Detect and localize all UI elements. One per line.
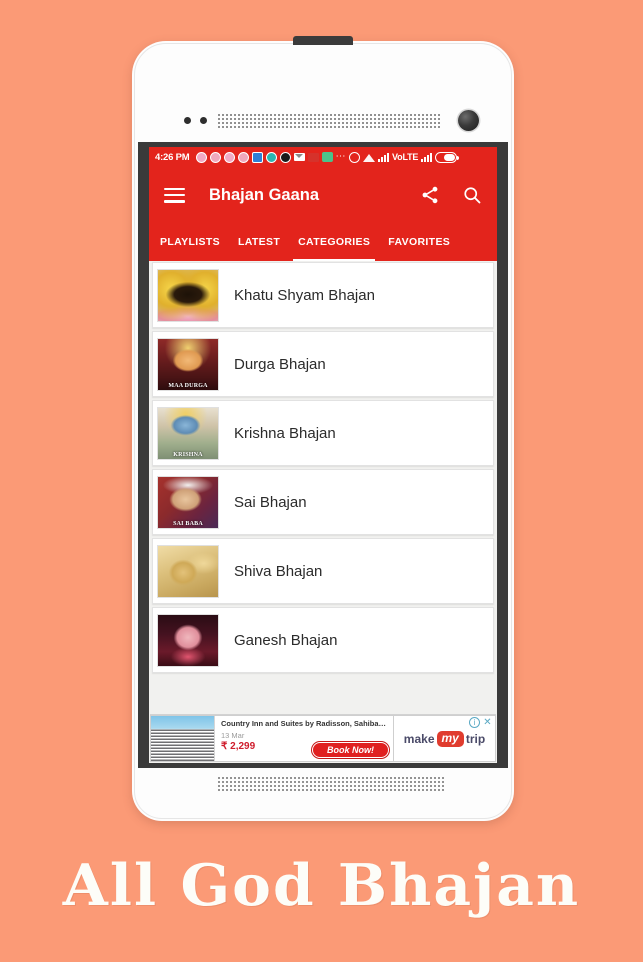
phone-mockup: 4:26 PM ⋯ VoLTE Bhajan Gaana PLAYLISTS L…	[132, 36, 514, 821]
hamburger-menu-icon[interactable]	[164, 187, 185, 203]
list-item-label: Shiva Bhajan	[234, 562, 323, 580]
volte-label: VoLTE	[392, 152, 419, 162]
browser-icon	[265, 151, 277, 163]
list-item[interactable]: Khatu Shyam Bhajan	[152, 262, 494, 328]
app-title: Bhajan Gaana	[209, 185, 320, 204]
ad-close-icon[interactable]: ✕	[482, 717, 493, 728]
status-bar: 4:26 PM ⋯ VoLTE	[149, 147, 497, 167]
ad-date: 13 Mar	[221, 731, 245, 740]
ad-hotel-image	[151, 716, 215, 761]
list-item-label: Krishna Bhajan	[234, 424, 336, 442]
contact-icon	[251, 151, 263, 163]
tab-bar: PLAYLISTS LATEST CATEGORIES FAVORITES	[149, 223, 497, 261]
app-bar: Bhajan Gaana	[149, 167, 497, 223]
thumbnail-caption: SAI BABA	[173, 520, 203, 527]
search-icon[interactable]	[462, 185, 482, 205]
category-list[interactable]: Khatu Shyam Bhajan MAA DURGA Durga Bhaja…	[149, 261, 497, 714]
instagram-icon-2	[209, 151, 221, 163]
tab-categories-label: CATEGORIES	[298, 236, 371, 248]
tab-latest-label: LATEST	[237, 236, 281, 248]
ad-content[interactable]: Country Inn and Suites by Radisson, Sahi…	[150, 715, 394, 762]
category-thumbnail: SAI BABA	[157, 475, 219, 529]
list-item-label: Khatu Shyam Bhajan	[234, 286, 375, 304]
brand-suffix: trip	[465, 731, 486, 746]
instagram-icon	[195, 151, 207, 163]
list-item[interactable]: SAI BABA Sai Bhajan	[152, 469, 494, 535]
bottom-speaker-grille-icon	[217, 776, 445, 791]
status-bar-clock: 4:26 PM	[155, 151, 190, 163]
top-speaker-grille-icon	[217, 113, 442, 128]
category-thumbnail	[157, 613, 219, 667]
earpiece-slot	[293, 36, 353, 45]
gallery-icon	[321, 152, 333, 162]
tab-latest[interactable]: LATEST	[229, 223, 289, 261]
instagram-icon-4	[237, 151, 249, 163]
ad-info-icon[interactable]: i	[469, 717, 480, 728]
phone-screen: 4:26 PM ⋯ VoLTE Bhajan Gaana PLAYLISTS L…	[138, 142, 508, 768]
alarm-icon	[349, 151, 361, 163]
wifi-icon	[363, 153, 376, 162]
category-thumbnail	[157, 544, 219, 598]
list-item-label: Ganesh Bhajan	[234, 631, 338, 649]
app-icon-red	[307, 152, 319, 162]
list-item-label: Durga Bhajan	[234, 355, 326, 373]
brand-badge: my	[436, 730, 464, 747]
ad-book-now-button[interactable]: Book Now!	[312, 742, 389, 758]
ad-brand-area[interactable]: make my trip i ✕	[394, 715, 496, 762]
instagram-icon-3	[223, 151, 235, 163]
signal-icon	[378, 152, 390, 162]
tab-categories[interactable]: CATEGORIES	[289, 223, 379, 261]
category-thumbnail	[157, 268, 219, 322]
tab-favorites[interactable]: FAVORITES	[379, 223, 459, 261]
signal-icon-2	[421, 152, 433, 162]
list-item[interactable]: KRISHNA Krishna Bhajan	[152, 400, 494, 466]
brand-prefix: make	[403, 731, 435, 746]
app-viewport: 4:26 PM ⋯ VoLTE Bhajan Gaana PLAYLISTS L…	[149, 147, 497, 763]
battery-icon	[435, 151, 460, 163]
tab-playlists[interactable]: PLAYLISTS	[151, 223, 229, 261]
category-thumbnail: KRISHNA	[157, 406, 219, 460]
proximity-sensors	[184, 117, 207, 124]
tab-favorites-label: FAVORITES	[388, 236, 451, 248]
list-item[interactable]: Ganesh Bhajan	[152, 607, 494, 673]
more-icon: ⋯	[335, 151, 347, 162]
thumbnail-caption: KRISHNA	[173, 451, 203, 458]
list-item[interactable]: Shiva Bhajan	[152, 538, 494, 604]
category-thumbnail: MAA DURGA	[157, 337, 219, 391]
ad-headline: Country Inn and Suites by Radisson, Sahi…	[221, 719, 388, 728]
sensor-dot-icon	[200, 117, 207, 124]
list-item[interactable]: MAA DURGA Durga Bhajan	[152, 331, 494, 397]
camera-icon	[279, 151, 291, 163]
list-item-label: Sai Bhajan	[234, 493, 307, 511]
ad-text-block: Country Inn and Suites by Radisson, Sahi…	[215, 716, 393, 761]
app-caption: All God Bhajan	[62, 852, 581, 919]
tab-playlists-label: PLAYLISTS	[160, 236, 220, 248]
ad-controls: i ✕	[469, 717, 493, 728]
makemytrip-logo-icon: make my trip	[403, 730, 486, 747]
front-camera-icon	[458, 110, 479, 131]
sensor-dot-icon	[184, 117, 191, 124]
mail-icon	[293, 153, 305, 161]
ad-banner[interactable]: Country Inn and Suites by Radisson, Sahi…	[150, 714, 496, 762]
thumbnail-caption: MAA DURGA	[168, 382, 208, 389]
share-icon[interactable]	[420, 185, 440, 205]
